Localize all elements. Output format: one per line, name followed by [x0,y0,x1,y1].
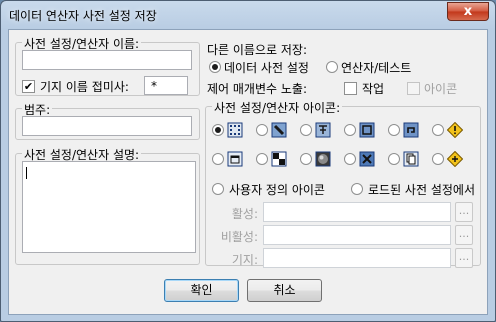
icon-radio-grid-dots[interactable] [212,124,224,136]
icon-radio-frame[interactable] [344,124,356,136]
icon-radio-loop[interactable] [388,124,400,136]
ok-button[interactable]: 확인 [164,279,239,302]
loop-icon [403,122,419,138]
grid-dots-icon [227,122,243,138]
base-icon-label: 기지: [231,253,258,267]
inactive-icon-browse-button[interactable]: ... [455,225,473,245]
from-loaded-preset-radio[interactable] [351,183,363,195]
save-preset-dialog: 데이터 연산자 사전 설정 저장 x 사전 설정/연산자 이름: ✔ 기지 이름… [0,0,496,322]
active-icon-label: 활성: [231,207,258,221]
base-icon-browse-button[interactable]: ... [455,248,473,268]
checkmark-icon: ✔ [23,80,34,93]
title-bar[interactable]: 데이터 연산자 사전 설정 저장 x [1,1,495,29]
base-icon-input[interactable] [263,248,451,268]
save-as-operator-test-radio[interactable] [326,61,338,73]
prefix-checkbox[interactable]: ✔ [22,80,35,93]
icon-radio-copy[interactable] [388,153,400,165]
tree-icon [315,122,331,138]
brush-icon [271,122,287,138]
close-button[interactable]: x [447,2,489,21]
description-textarea[interactable] [22,161,196,253]
custom-icon-radio[interactable] [212,183,224,195]
prefix-checkbox-label: 기지 이름 접미사: [40,80,129,94]
save-as-data-preset-radio[interactable] [209,61,221,73]
active-icon-browse-button[interactable]: ... [455,202,473,222]
compass-diamond-icon [447,151,463,167]
x-box-icon [359,151,375,167]
name-group: 사전 설정/연산자 이름: ✔ 기지 이름 접미사: * [15,35,200,96]
active-icon-input[interactable] [263,202,451,222]
icon-group: 사전 설정/연산자 아이콘: 사용자 정의 아이콘 로드된 사전 설정에서 활성… [205,99,481,268]
inactive-icon-input[interactable] [263,225,451,245]
preset-name-input[interactable] [22,50,192,70]
icon-radio-checker[interactable] [256,153,268,165]
copy-icon [403,151,419,167]
icon-group-label: 사전 설정/연산자 아이콘: [212,99,343,116]
expose-icon-label: 아이콘 [424,82,458,96]
cancel-button[interactable]: 취소 [247,279,322,302]
window-title: 데이터 연산자 사전 설정 저장 [9,9,157,23]
description-group: 사전 설정/연산자 설명: [15,146,200,265]
save-as-label: 다른 이름으로 저장: [207,43,307,57]
expose-icon-checkbox[interactable] [407,82,420,95]
save-as-data-preset-label: 데이터 사전 설정 [224,61,309,75]
icon-radio-compass[interactable] [432,153,444,165]
checker-icon [271,151,287,167]
warning-diamond-icon [447,122,463,138]
expose-task-checkbox[interactable] [344,82,357,95]
expose-task-label: 작업 [362,82,385,96]
icon-radio-warning[interactable] [432,124,444,136]
icon-radio-sphere[interactable] [300,153,312,165]
custom-icon-label: 사용자 정의 아이콘 [229,183,325,197]
sphere-icon [315,151,331,167]
category-group: 범주: [15,101,200,140]
icon-radio-x-box[interactable] [344,153,356,165]
save-as-operator-test-label: 연산자/테스트 [341,61,412,75]
text-caret [26,167,27,179]
frame-icon [359,122,375,138]
icon-radio-brush[interactable] [256,124,268,136]
prefix-input[interactable]: * [144,76,188,95]
category-input[interactable] [22,116,192,136]
icon-radio-tree[interactable] [300,124,312,136]
from-loaded-preset-label: 로드된 사전 설정에서 [368,183,475,197]
window-icon [227,151,243,167]
expose-label: 제어 매개변수 노출: [207,82,307,96]
inactive-icon-label: 비활성: [220,230,258,244]
icon-radio-window[interactable] [212,153,224,165]
dialog-body: 사전 설정/연산자 이름: ✔ 기지 이름 접미사: * 범주: 사전 설정/연… [8,29,488,315]
